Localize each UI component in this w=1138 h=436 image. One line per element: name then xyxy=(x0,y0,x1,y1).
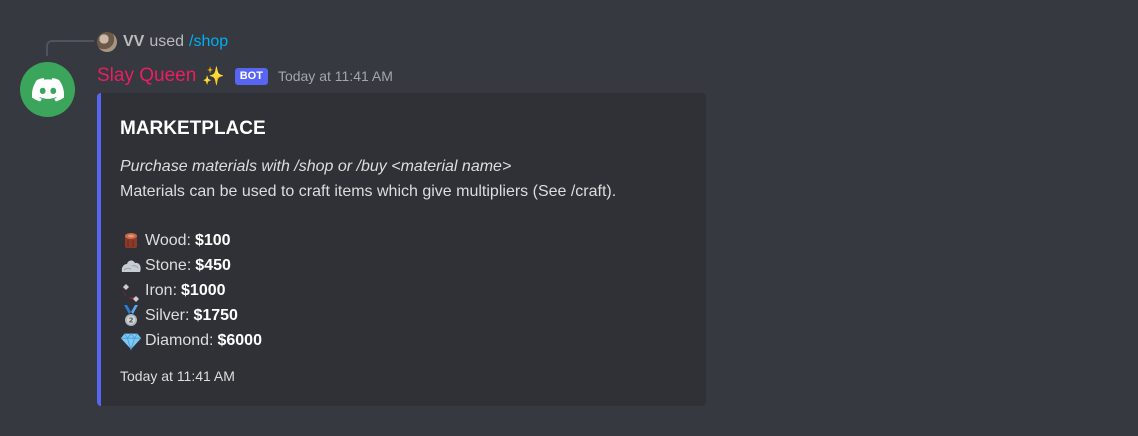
material-name: Stone: xyxy=(145,256,192,274)
embed-instruction-line: Purchase materials with /shop or /buy <m… xyxy=(120,158,512,175)
material-row-diamond: Diamond: $6000 xyxy=(120,329,688,354)
embed-description: Purchase materials with /shop or /buy <m… xyxy=(120,155,688,354)
discord-logo-icon xyxy=(31,77,64,101)
bot-avatar[interactable] xyxy=(20,62,75,117)
material-row-wood: Wood: $100 xyxy=(120,229,688,254)
embed-info-line: Materials can be used to craft items whi… xyxy=(120,182,617,200)
magnet-icon xyxy=(120,280,142,302)
material-price: $1750 xyxy=(193,306,238,324)
stone-rock-icon xyxy=(120,255,142,277)
diamond-gem-icon xyxy=(120,330,142,352)
reply-command-link[interactable]: /shop xyxy=(189,33,228,51)
material-row-iron: Iron: $1000 xyxy=(120,279,688,304)
material-row-silver: 2 Silver: $1750 xyxy=(120,304,688,329)
material-row-stone: Stone: $450 xyxy=(120,254,688,279)
reply-used-text: used xyxy=(149,33,185,50)
material-price: $1000 xyxy=(181,281,226,299)
bot-badge: BOT xyxy=(234,67,268,85)
bot-username[interactable]: Slay Queen xyxy=(97,65,196,87)
sparkles-emoji-icon: ✨ xyxy=(202,65,225,86)
command-reply-reference[interactable]: VV used /shop xyxy=(97,31,228,53)
material-name: Iron: xyxy=(145,281,178,299)
message-timestamp[interactable]: Today at 11:41 AM xyxy=(278,68,393,84)
embed-title: MARKETPLACE xyxy=(120,118,266,139)
material-name: Wood: xyxy=(145,231,191,249)
reply-user-avatar[interactable] xyxy=(97,32,117,52)
material-name: Diamond: xyxy=(145,331,214,349)
chat-message: VV used /shop Slay Queen ✨ BOT Today at … xyxy=(0,0,1138,436)
message-header: Slay Queen ✨ BOT Today at 11:41 AM xyxy=(97,63,393,89)
embed-footer-timestamp: Today at 11:41 AM xyxy=(120,367,235,384)
silver-medal-icon: 2 xyxy=(120,305,142,327)
reply-username[interactable]: VV xyxy=(123,33,144,51)
material-price: $6000 xyxy=(217,331,262,349)
reply-connector-line xyxy=(46,40,94,56)
marketplace-embed: MARKETPLACE Purchase materials with /sho… xyxy=(97,93,706,406)
material-price: $450 xyxy=(195,256,231,274)
material-name: Silver: xyxy=(145,306,190,324)
svg-text:2: 2 xyxy=(129,317,134,325)
material-price: $100 xyxy=(194,231,231,249)
wood-log-icon xyxy=(120,230,142,252)
